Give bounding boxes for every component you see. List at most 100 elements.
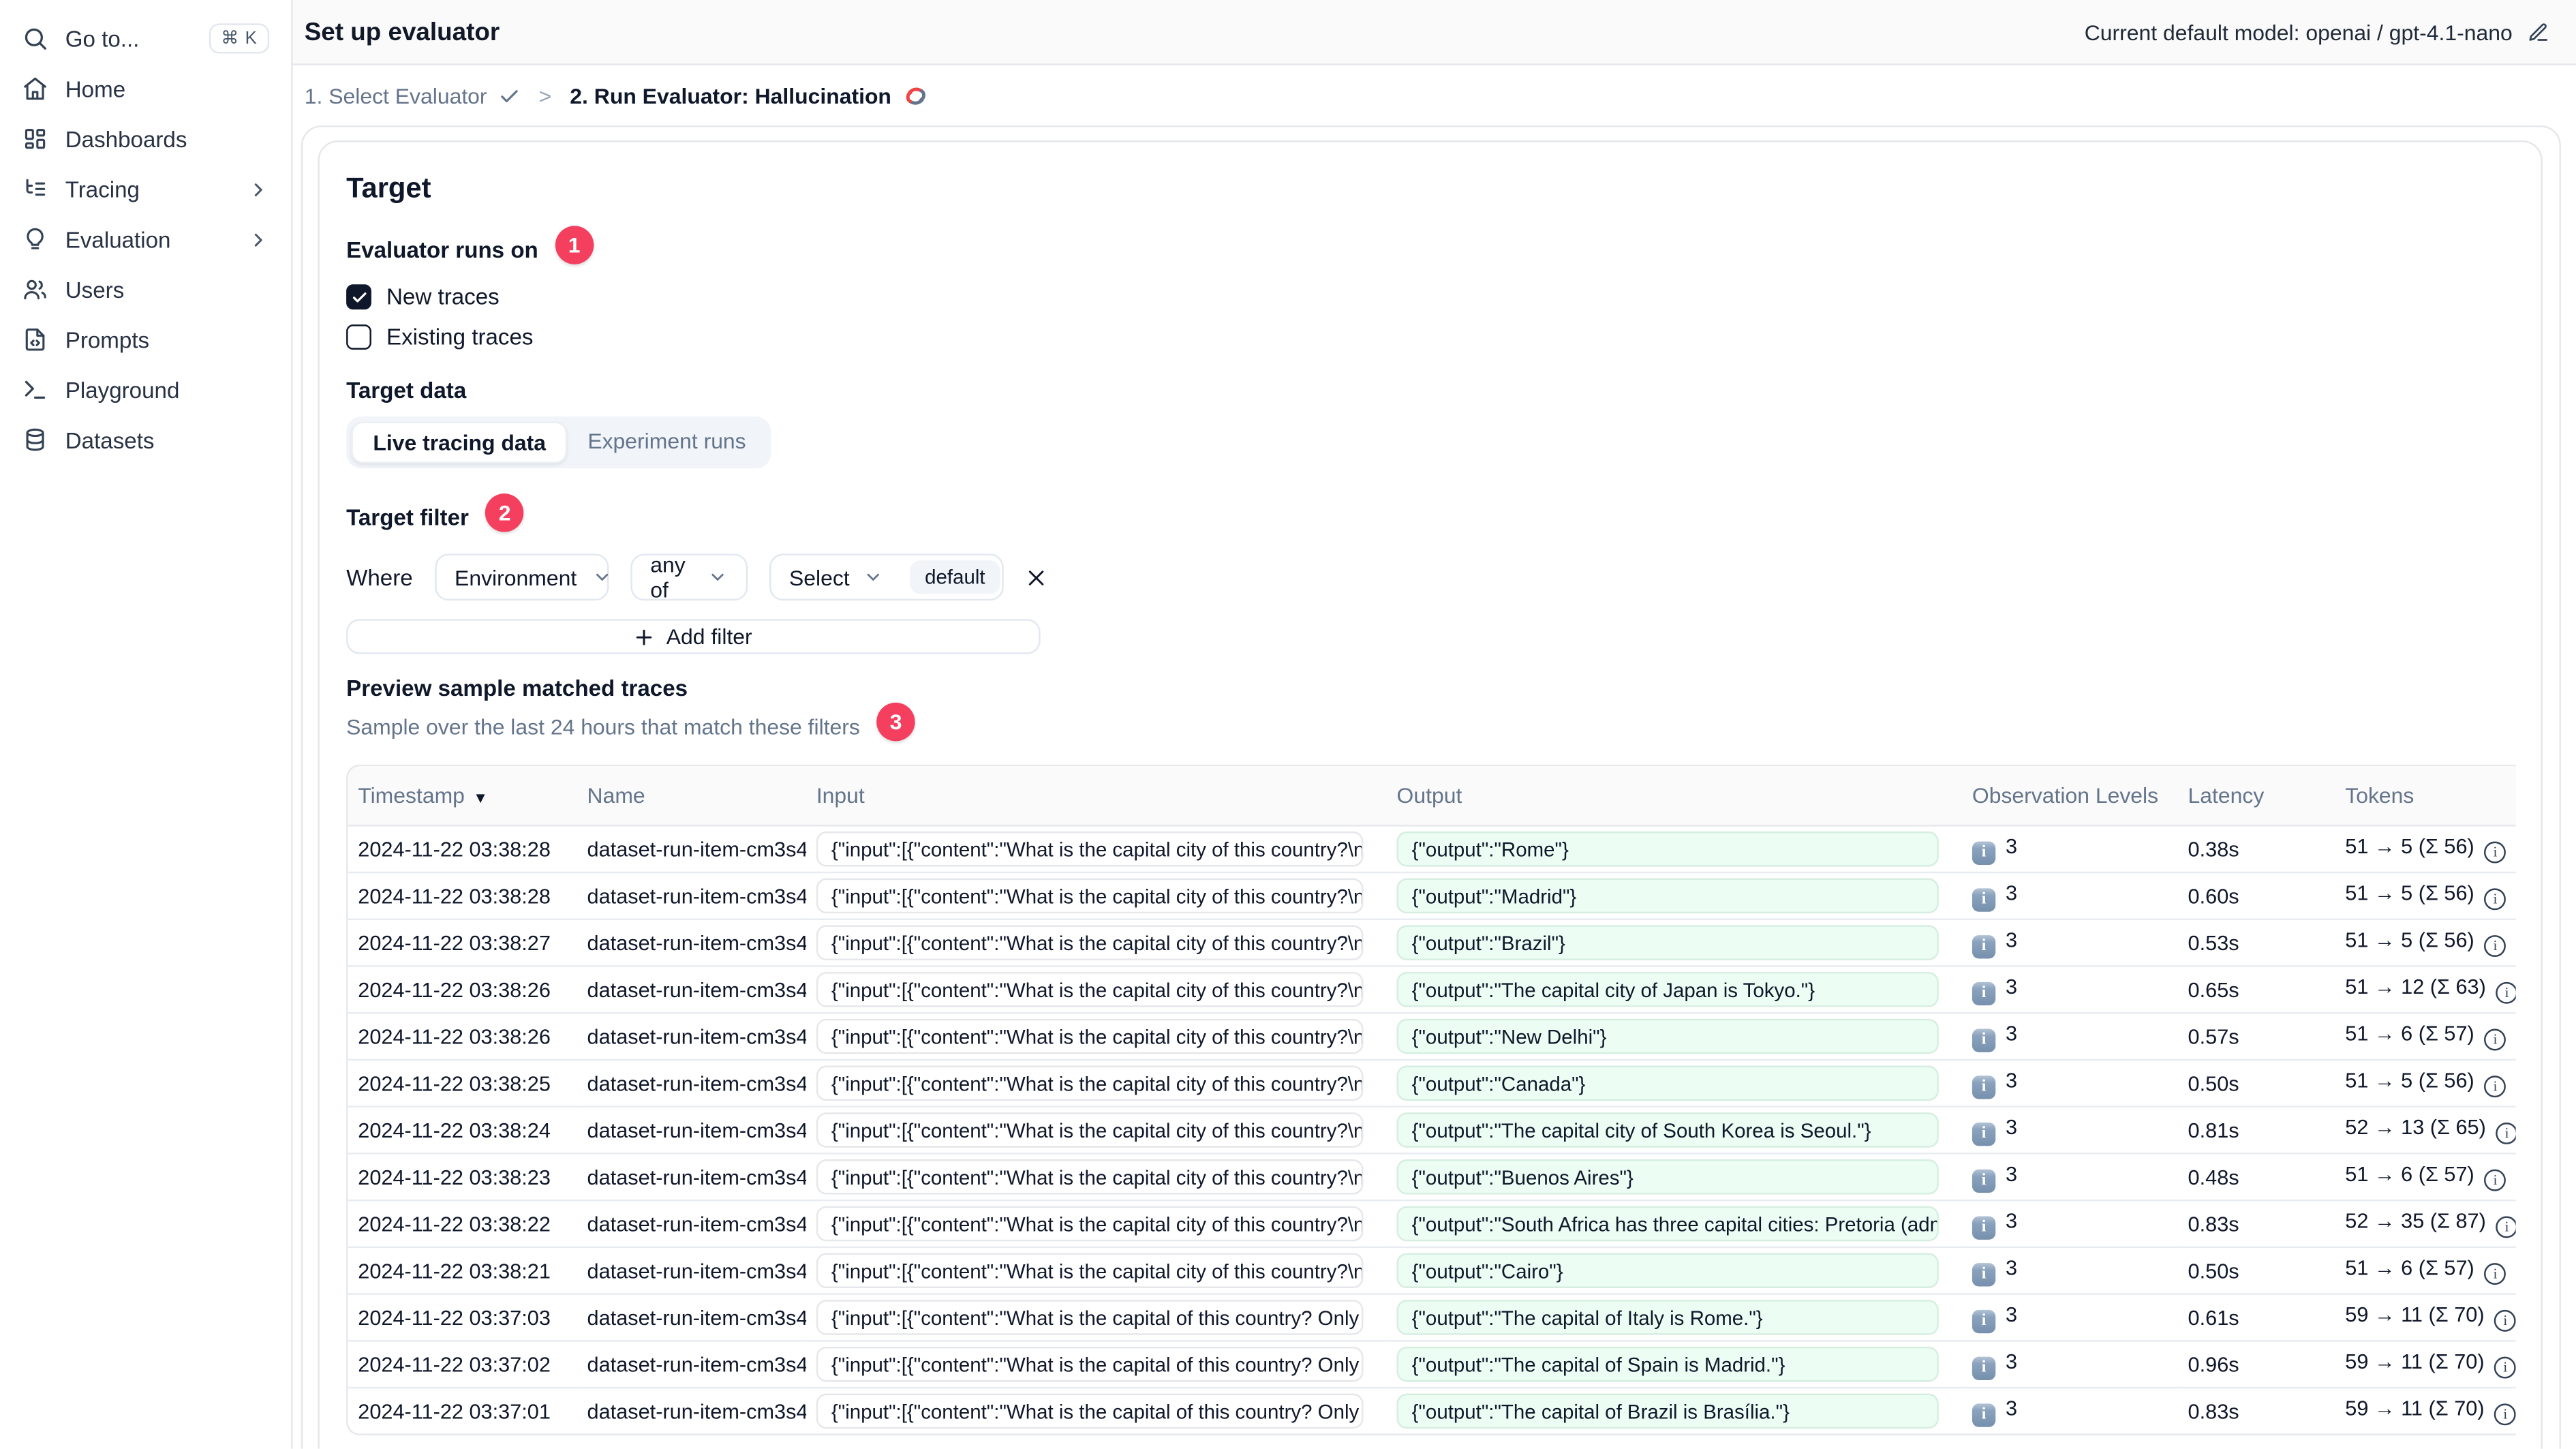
sidebar-item-goto[interactable]: Go to... ⌘ K <box>0 14 291 64</box>
info-level-icon: i <box>1972 1028 1996 1052</box>
tab-live-tracing-data[interactable]: Live tracing data <box>351 421 568 463</box>
filter-operator-select[interactable]: any of <box>630 552 748 603</box>
info-level-icon: i <box>1972 1121 1996 1146</box>
info-level-icon: i <box>1972 1403 1996 1427</box>
cell-tokens: 52 → 35 (Σ 87) i <box>2335 1199 2516 1247</box>
cell-tokens: 51 → 6 (Σ 57) i <box>2335 1012 2516 1060</box>
info-level-icon: i <box>1972 1075 1996 1099</box>
info-level-icon: i <box>1972 1262 1996 1286</box>
token-info-icon[interactable]: i <box>2496 1215 2516 1238</box>
cell-observation-levels: i3 <box>1962 1012 2178 1060</box>
cell-tokens: 51 → 5 (Σ 56) i <box>2335 1058 2516 1107</box>
cell-observation-levels: i3 <box>1962 1246 2178 1294</box>
checkbox-row-new-traces[interactable]: New traces <box>346 284 2514 310</box>
input-preview-box: {"input":[{"content":"What is the capita… <box>816 1393 1364 1429</box>
token-info-icon[interactable]: i <box>2484 841 2506 863</box>
output-preview-box: {"output":"New Delhi"} <box>1396 1018 1939 1054</box>
cell-latency: 0.48s <box>2177 1153 2335 1201</box>
breadcrumb-step-1[interactable]: 1. Select Evaluator <box>305 84 521 109</box>
column-header-timestamp[interactable]: Timestamp ▼ <box>348 766 577 827</box>
column-header-output[interactable]: Output <box>1386 766 1963 827</box>
sidebar-item-home[interactable]: Home <box>0 63 291 114</box>
preview-subtitle: Sample over the last 24 hours that match… <box>346 714 860 739</box>
preview-title: Preview sample matched traces <box>346 675 688 701</box>
cell-latency: 0.53s <box>2177 918 2335 966</box>
token-info-icon[interactable]: i <box>2484 1028 2506 1050</box>
sidebar-item-evaluation[interactable]: Evaluation <box>0 214 291 264</box>
sidebar-item-playground[interactable]: Playground <box>0 365 291 415</box>
cell-latency: 0.50s <box>2177 1058 2335 1107</box>
cell-tokens: 51 → 6 (Σ 57) i <box>2335 1246 2516 1294</box>
pencil-icon[interactable] <box>2528 21 2549 43</box>
column-header-input[interactable]: Input <box>806 766 1387 827</box>
cell-timestamp: 2024-11-22 03:38:22 <box>348 1199 577 1247</box>
cell-output: {"output":"Buenos Aires"} <box>1386 1153 1963 1201</box>
tab-experiment-runs[interactable]: Experiment runs <box>568 422 766 463</box>
cell-timestamp: 2024-11-22 03:37:03 <box>348 1293 577 1341</box>
cell-tokens: 59 → 11 (Σ 70) i <box>2335 1340 2516 1388</box>
sidebar-item-dashboards[interactable]: Dashboards <box>0 114 291 164</box>
cell-timestamp: 2024-11-22 03:37:01 <box>348 1386 577 1434</box>
sidebar-item-tracing[interactable]: Tracing <box>0 164 291 215</box>
cell-input: {"input":[{"content":"What is the capita… <box>806 965 1387 1013</box>
sort-desc-icon: ▼ <box>473 789 489 807</box>
cell-name: dataset-run-item-cm3s4 <box>577 1012 807 1060</box>
input-preview-box: {"input":[{"content":"What is the capita… <box>816 1065 1364 1101</box>
annotation-badge-1: 1 <box>555 226 594 264</box>
add-filter-button[interactable]: Add filter <box>346 619 1041 654</box>
cell-latency: 0.65s <box>2177 965 2335 1013</box>
remove-filter-button[interactable] <box>1025 566 1047 588</box>
column-header-observation-levels[interactable]: Observation Levels <box>1962 766 2178 827</box>
column-header-latency[interactable]: Latency <box>2177 766 2335 827</box>
cell-name: dataset-run-item-cm3s4 <box>577 1386 807 1434</box>
cell-output: {"output":"Madrid"} <box>1386 871 1963 919</box>
token-info-icon[interactable]: i <box>2496 1122 2516 1144</box>
filter-value-select[interactable]: Select default <box>769 553 1004 601</box>
annotation-badge-2: 2 <box>485 493 524 532</box>
checkbox-existing-traces[interactable] <box>346 324 371 350</box>
filter-column-select[interactable]: Environment <box>434 553 609 601</box>
cell-name: dataset-run-item-cm3s4 <box>577 1340 807 1388</box>
checkbox-row-existing-traces[interactable]: Existing traces <box>346 324 2514 350</box>
cell-input: {"input":[{"content":"What is the capita… <box>806 1386 1387 1434</box>
token-info-icon[interactable]: i <box>2484 1075 2506 1097</box>
cell-name: dataset-run-item-cm3s4 <box>577 1199 807 1247</box>
token-info-icon[interactable]: i <box>2484 1169 2506 1191</box>
column-header-tokens[interactable]: Tokens <box>2335 766 2516 827</box>
users-icon <box>22 276 48 303</box>
chevron-down-icon <box>707 567 727 587</box>
annotation-badge-3: 3 <box>876 702 915 742</box>
sidebar-item-users[interactable]: Users <box>0 264 291 315</box>
sidebar-item-datasets[interactable]: Datasets <box>0 415 291 466</box>
token-info-icon[interactable]: i <box>2494 1309 2516 1332</box>
cell-timestamp: 2024-11-22 03:38:21 <box>348 1246 577 1294</box>
token-info-icon[interactable]: i <box>2496 981 2516 1004</box>
checkbox-new-traces[interactable] <box>346 284 371 310</box>
input-preview-box: {"input":[{"content":"What is the capita… <box>816 831 1364 867</box>
evaluation-icon <box>22 226 48 252</box>
add-filter-label: Add filter <box>666 624 752 650</box>
cell-timestamp: 2024-11-22 03:38:28 <box>358 837 551 861</box>
token-info-icon[interactable]: i <box>2484 887 2506 910</box>
token-info-icon[interactable]: i <box>2494 1403 2516 1425</box>
token-info-icon[interactable]: i <box>2484 934 2506 957</box>
sidebar-item-label: Dashboards <box>65 126 187 152</box>
input-preview-box: {"input":[{"content":"What is the capita… <box>816 1253 1364 1289</box>
tracing-icon <box>22 176 48 202</box>
cell-latency: 0.96s <box>2177 1340 2335 1388</box>
output-preview-box: {"output":"The capital of Spain is Madri… <box>1396 1346 1939 1382</box>
chevron-right-icon <box>247 178 269 200</box>
main-area: Set up evaluator Current default model: … <box>292 0 2576 1449</box>
output-preview-box: {"output":"The capital of Italy is Rome.… <box>1396 1300 1939 1335</box>
cell-timestamp: 2024-11-22 03:38:27 <box>348 918 577 966</box>
output-preview-box: {"output":"Buenos Aires"} <box>1396 1159 1939 1195</box>
knot-icon <box>903 84 928 109</box>
cell-input: {"input":[{"content":"What is the capita… <box>806 1105 1387 1154</box>
column-header-name[interactable]: Name <box>577 766 807 827</box>
input-preview-box: {"input":[{"content":"What is the capita… <box>816 1206 1364 1242</box>
token-info-icon[interactable]: i <box>2494 1356 2516 1378</box>
app-window: Go to... ⌘ K Home Dashboards Tracing Evalua… <box>0 0 2576 1449</box>
token-info-icon[interactable]: i <box>2484 1262 2506 1285</box>
sidebar-item-prompts[interactable]: Prompts <box>0 314 291 365</box>
cell-tokens: 59 → 11 (Σ 70) i <box>2335 1293 2516 1341</box>
